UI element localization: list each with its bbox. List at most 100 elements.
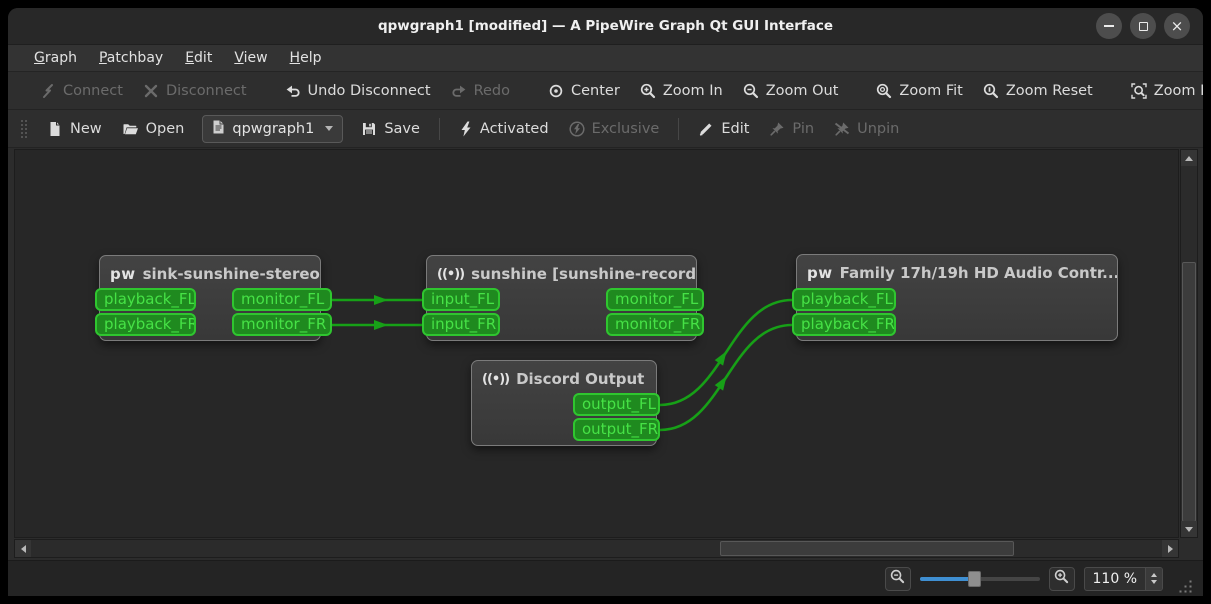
zoom-out-label: Zoom Out — [765, 82, 839, 99]
graph-viewport[interactable]: pw sink-sunshine-stereo playback_FL play… — [14, 149, 1179, 538]
zoom-slider[interactable] — [919, 570, 1040, 588]
pin-button[interactable]: Pin — [759, 116, 824, 142]
slider-handle[interactable] — [967, 570, 981, 587]
connections-layer — [332, 295, 793, 432]
pin-label: Pin — [792, 120, 815, 137]
open-label: Open — [145, 120, 185, 137]
title-bar[interactable]: qpwgraph1 [modified] — A PipeWire Graph … — [8, 8, 1203, 45]
graph-canvas-area: pw sink-sunshine-stereo playback_FL play… — [8, 148, 1203, 560]
scroll-right-button[interactable] — [1162, 540, 1178, 557]
menu-item-patchbay[interactable]: Patchbay — [88, 47, 174, 69]
center-icon — [548, 83, 564, 99]
scroll-up-button[interactable] — [1181, 150, 1197, 166]
center-button[interactable]: Center — [538, 78, 630, 104]
horizontal-scrollbar[interactable] — [14, 539, 1179, 558]
zoom-out-icon — [890, 569, 905, 588]
edit-button[interactable]: Edit — [688, 116, 759, 142]
zoom-in-label: Zoom In — [662, 82, 723, 99]
edit-label: Edit — [721, 120, 750, 137]
port-playback-fl[interactable]: playback_FL — [792, 288, 896, 311]
activated-button[interactable]: Activated — [449, 116, 559, 142]
port-output-fr[interactable]: output_FR — [573, 418, 660, 441]
minimize-icon — [1104, 25, 1114, 27]
scroll-left-button[interactable] — [15, 540, 31, 557]
close-button[interactable]: × — [1164, 13, 1190, 39]
horizontal-scroll-thumb[interactable] — [720, 541, 1014, 556]
zoom-fit-icon — [876, 83, 892, 99]
zoom-in-icon — [640, 83, 656, 99]
center-label: Center — [571, 82, 620, 99]
port-input-fl[interactable]: input_FL — [422, 288, 500, 311]
toolbar-separator — [678, 117, 680, 140]
edit-pencil-icon — [698, 121, 714, 137]
node-title-text: Discord Output — [516, 370, 645, 388]
maximize-button[interactable] — [1130, 13, 1156, 39]
toolbar-main: Connect Disconnect Undo Disconnect Redo … — [8, 72, 1203, 110]
zoom-spinbox[interactable]: 110 % — [1083, 566, 1163, 591]
zoom-in-button[interactable]: Zoom In — [630, 78, 733, 104]
port-input-fr[interactable]: input_FR — [422, 313, 500, 336]
zoom-range-icon — [1131, 82, 1147, 99]
zoom-out-mini-button[interactable] — [884, 566, 911, 591]
port-monitor-fr[interactable]: monitor_FR — [606, 313, 704, 336]
status-bar: 110 % — [8, 560, 1203, 596]
menu-item-graph[interactable]: Graph — [23, 47, 88, 69]
vertical-scrollbar[interactable] — [1180, 149, 1198, 538]
disconnect-button[interactable]: Disconnect — [133, 78, 257, 104]
open-button[interactable]: Open — [112, 116, 195, 142]
menu-item-edit[interactable]: Edit — [174, 47, 223, 69]
spin-up-icon[interactable] — [1151, 573, 1157, 577]
unpin-button[interactable]: Unpin — [824, 116, 909, 142]
node-title: ((•)) sunshine [sunshine-record] — [427, 256, 696, 283]
zoom-in-mini-button[interactable] — [1048, 566, 1075, 591]
zoom-fit-button[interactable]: Zoom Fit — [866, 78, 972, 104]
node-title: pw sink-sunshine-stereo — [100, 256, 320, 283]
zoom-reset-button[interactable]: Zoom Reset — [973, 78, 1103, 104]
minimize-button[interactable] — [1096, 13, 1122, 39]
scroll-down-button[interactable] — [1181, 521, 1197, 537]
port-monitor-fr[interactable]: monitor_FR — [232, 313, 332, 336]
exclusive-button[interactable]: Exclusive — [559, 116, 670, 142]
node-title-text: Family 17h/19h HD Audio Contr... — [839, 264, 1117, 282]
redo-button[interactable]: Redo — [441, 78, 520, 104]
exclusive-label: Exclusive — [591, 120, 660, 137]
zoom-value[interactable]: 110 % — [1085, 568, 1145, 590]
port-playback-fr[interactable]: playback_FR — [792, 313, 896, 336]
slider-fill — [919, 576, 972, 581]
spin-down-icon[interactable] — [1151, 580, 1157, 584]
spin-buttons — [1145, 567, 1162, 590]
port-output-fl[interactable]: output_FL — [573, 393, 660, 416]
arrow-left-icon — [20, 544, 26, 553]
arrow-right-icon — [1167, 544, 1173, 553]
menu-item-view[interactable]: View — [223, 47, 278, 69]
new-button[interactable]: New — [37, 116, 112, 142]
port-playback-fl[interactable]: playback_FL — [95, 288, 196, 311]
node-title-text: sink-sunshine-stereo — [142, 265, 320, 283]
zoom-fit-label: Zoom Fit — [899, 82, 963, 99]
activated-label: Activated — [479, 120, 549, 137]
chevron-down-icon — [325, 126, 334, 131]
zoom-reset-label: Zoom Reset — [1005, 82, 1093, 99]
port-monitor-fl[interactable]: monitor_FL — [232, 288, 332, 311]
vertical-scroll-thumb[interactable] — [1182, 262, 1196, 522]
resize-grip[interactable] — [1176, 577, 1193, 594]
zoom-range-button[interactable]: Zoom Range — [1121, 78, 1203, 104]
arrow-down-icon — [1185, 526, 1193, 532]
stream-icon: ((•)) — [482, 371, 510, 387]
connect-button[interactable]: Connect — [30, 78, 133, 104]
undo-button[interactable]: Undo Disconnect — [275, 78, 441, 104]
activated-bolt-icon — [459, 121, 473, 137]
zoom-range-label: Zoom Range — [1153, 82, 1203, 99]
save-button[interactable]: Save — [351, 116, 430, 142]
zoom-out-icon — [743, 83, 759, 99]
port-monitor-fl[interactable]: monitor_FL — [606, 288, 704, 311]
menu-item-help[interactable]: Help — [279, 47, 333, 69]
patchbay-selector[interactable]: qpwgraph1 — [202, 114, 344, 143]
zoom-out-button[interactable]: Zoom Out — [733, 78, 849, 104]
toolbar-drag-handle[interactable] — [20, 118, 27, 139]
unpin-icon — [834, 121, 850, 137]
window-title: qpwgraph1 [modified] — A PipeWire Graph … — [377, 18, 834, 34]
patchbay-file-icon — [212, 120, 225, 138]
port-playback-fr[interactable]: playback_FR — [95, 313, 196, 336]
redo-icon — [451, 83, 467, 99]
